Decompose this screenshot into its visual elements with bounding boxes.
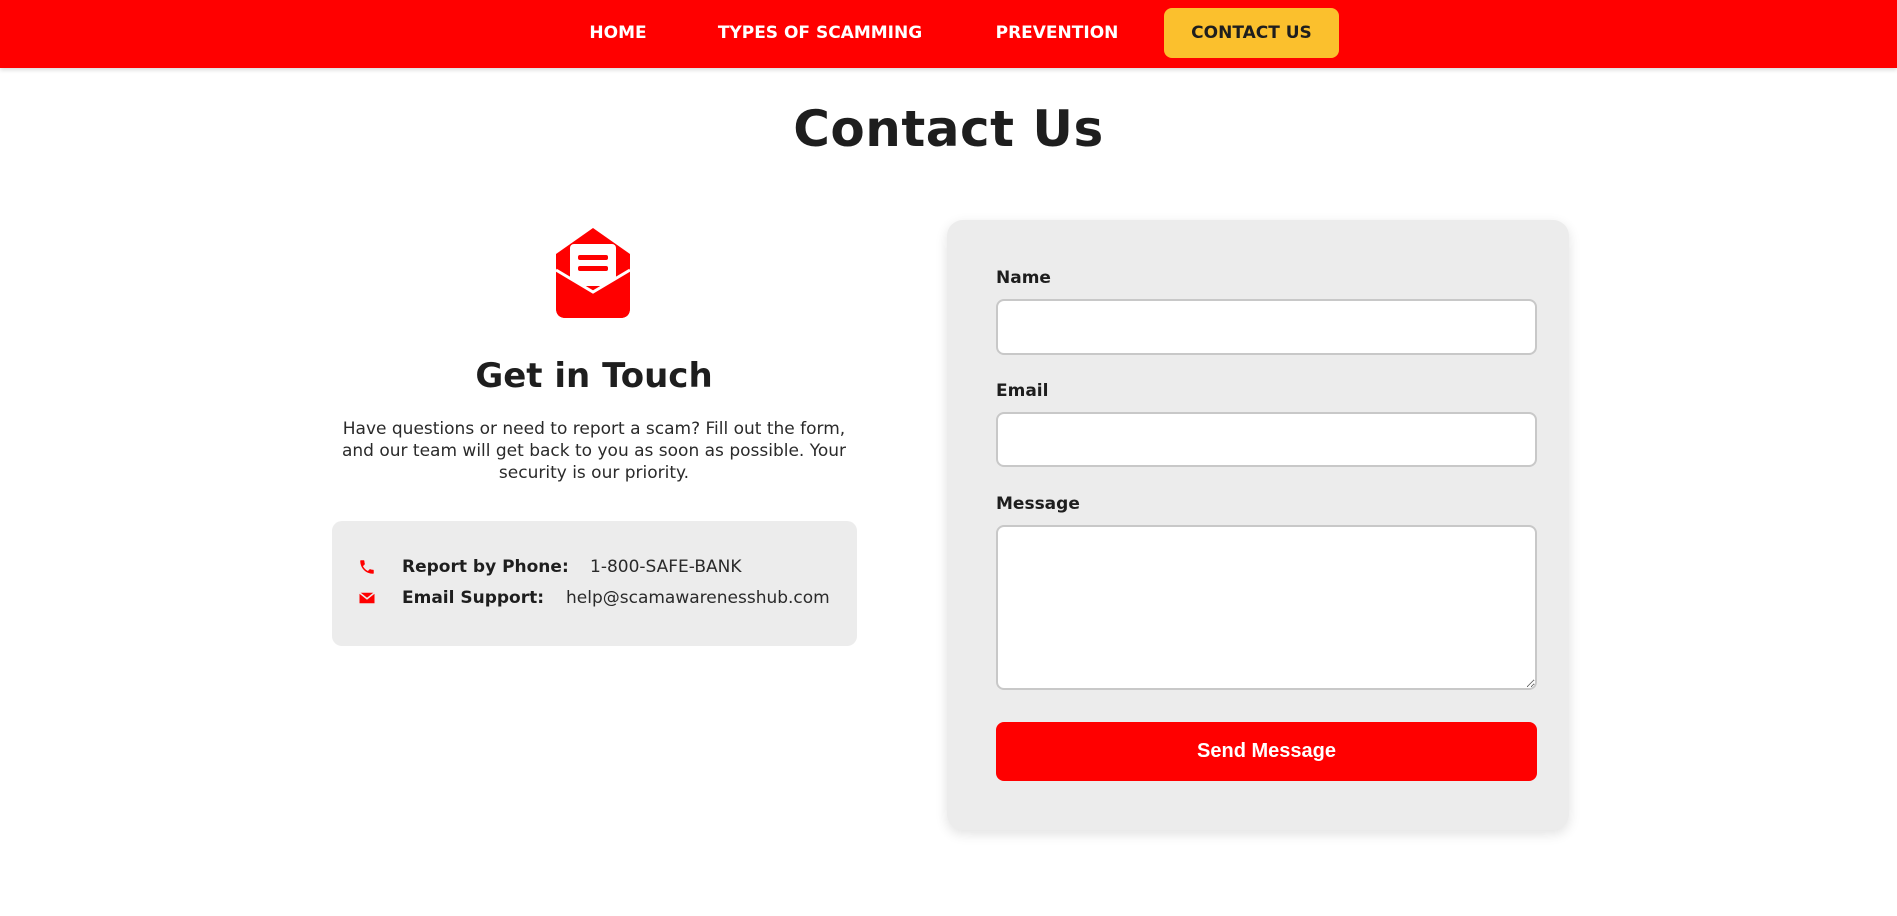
get-in-touch-description: Have questions or need to report a scam?… xyxy=(341,419,847,483)
nav-contact-us[interactable]: CONTACT US xyxy=(1164,8,1339,58)
top-navbar: HOME TYPES OF SCAMMING PREVENTION CONTAC… xyxy=(0,0,1897,68)
nav-prevention[interactable]: PREVENTION xyxy=(975,8,1139,58)
get-in-touch-title: Get in Touch xyxy=(475,356,713,396)
phone-value: 1-800-SAFE-BANK xyxy=(590,557,742,577)
envelope-icon xyxy=(359,592,375,604)
name-input[interactable] xyxy=(996,299,1537,355)
page-title: Contact Us xyxy=(793,100,1104,158)
envelope-open-icon xyxy=(555,228,631,318)
phone-icon xyxy=(360,560,374,574)
nav-home[interactable]: HOME xyxy=(570,8,666,58)
contact-form: Name Email Message Send Message xyxy=(947,220,1569,830)
email-label: Email Support: xyxy=(402,588,545,608)
contact-info-card: Report by Phone: 1-800-SAFE-BANK Email S… xyxy=(332,521,857,646)
email-input[interactable] xyxy=(996,412,1537,467)
email-field-label: Email xyxy=(996,381,1049,401)
phone-label: Report by Phone: xyxy=(402,557,569,577)
email-value[interactable]: help@scamawarenesshub.com xyxy=(566,586,830,610)
message-textarea[interactable] xyxy=(996,525,1537,690)
nav-types-of-scamming[interactable]: TYPES OF SCAMMING xyxy=(705,8,935,58)
message-label: Message xyxy=(996,494,1080,514)
name-label: Name xyxy=(996,268,1051,288)
send-message-button[interactable]: Send Message xyxy=(996,722,1537,781)
